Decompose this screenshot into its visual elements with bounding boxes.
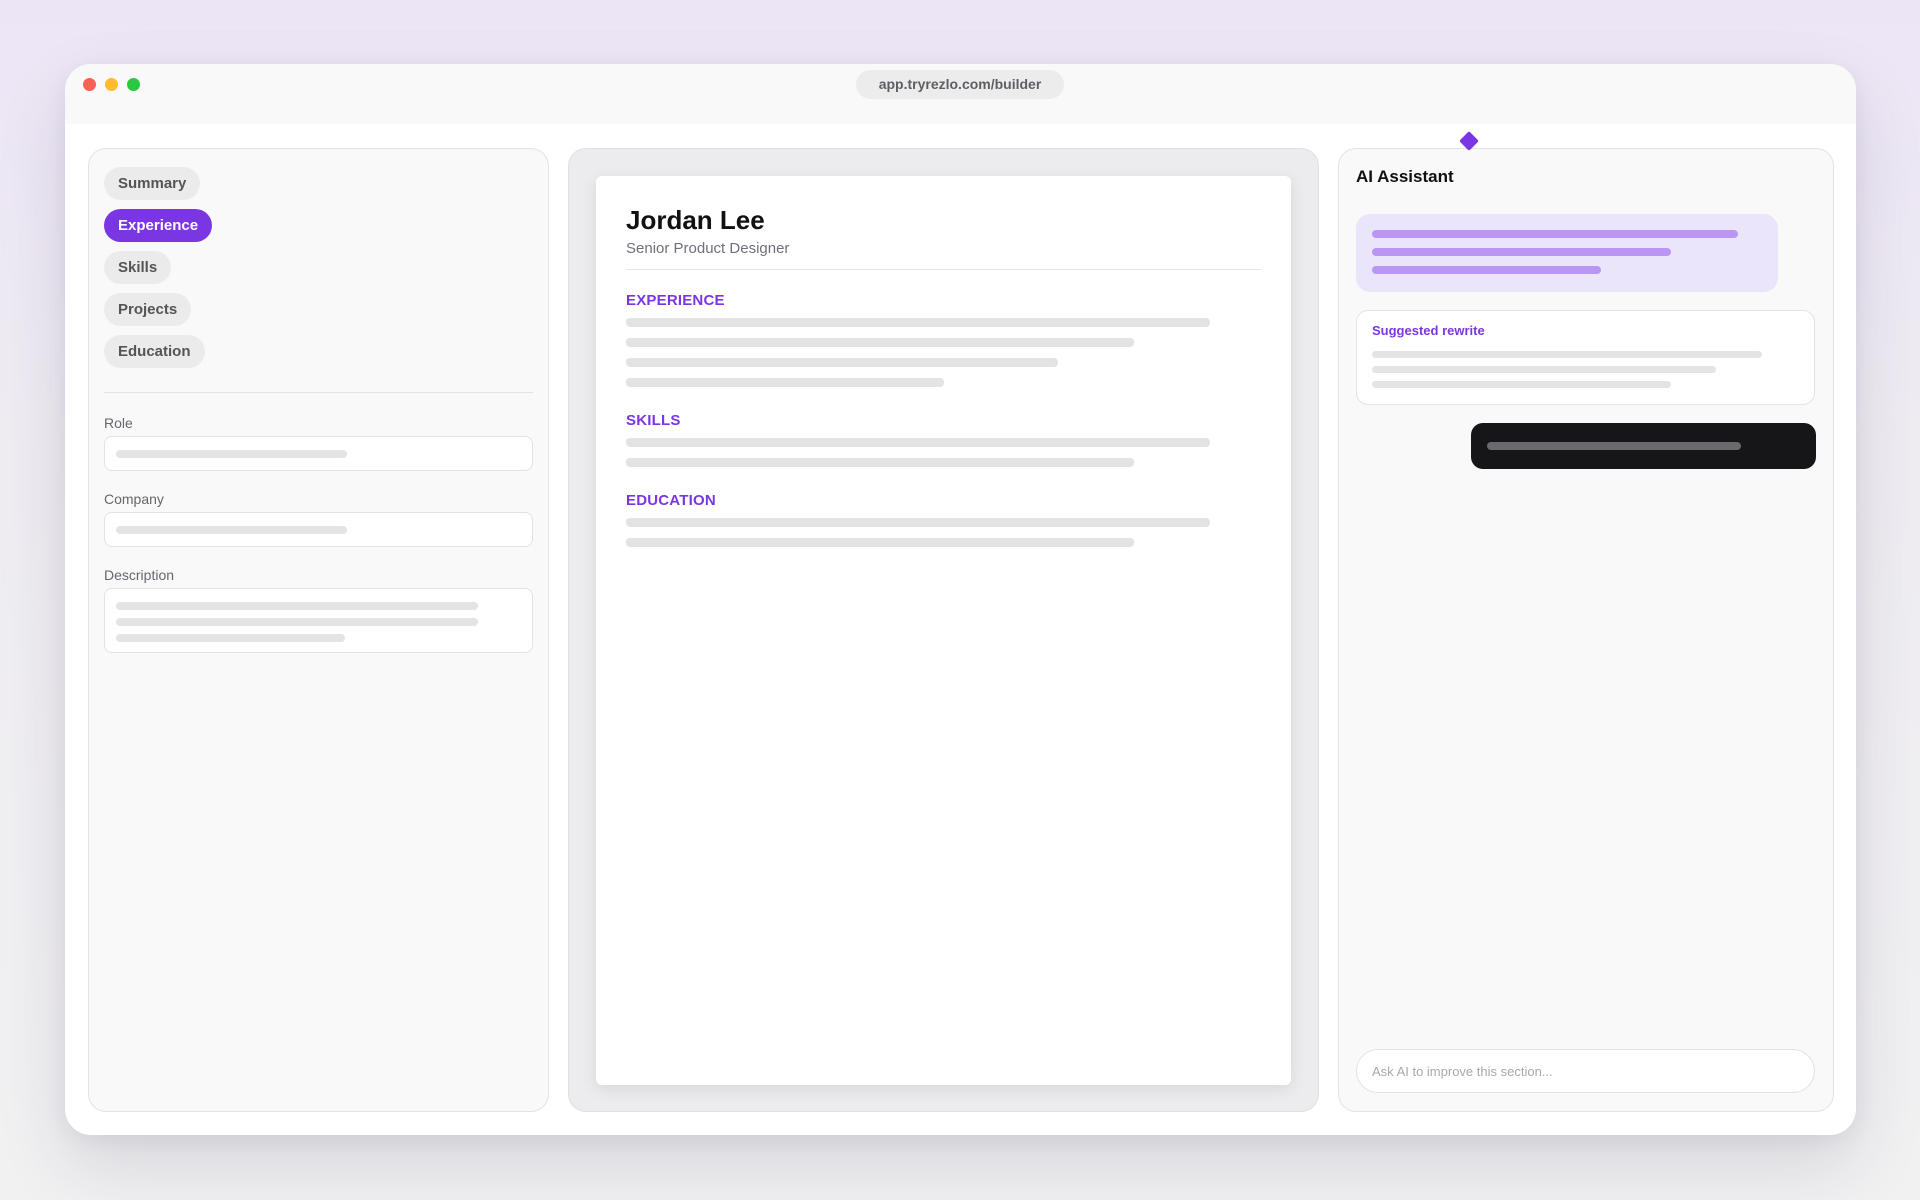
resume-text-line xyxy=(626,378,944,387)
resume-document: Jordan Lee Senior Product Designer EXPER… xyxy=(596,176,1291,1085)
resume-header-divider xyxy=(626,269,1261,270)
ai-assistant-panel: AI Assistant Suggested rewrite xyxy=(1338,148,1834,1112)
description-label: Description xyxy=(104,567,175,583)
resume-section-skills: SKILLS xyxy=(626,412,681,429)
section-tab-summary[interactable]: Summary xyxy=(104,167,201,200)
editor-panel: Summary Experience Skills Projects Educa… xyxy=(88,148,549,1112)
browser-window: app.tryrezlo.com/builder Summary Experie… xyxy=(65,64,1856,1135)
resume-name: Jordan Lee xyxy=(626,205,765,235)
resume-text-line xyxy=(626,338,1134,347)
suggestion-line xyxy=(1372,366,1716,373)
resume-text-line xyxy=(626,358,1058,367)
resume-job-title: Senior Product Designer xyxy=(626,240,790,257)
browser-titlebar: app.tryrezlo.com/builder xyxy=(65,64,1856,124)
ai-message-line xyxy=(1372,230,1738,238)
company-placeholder-line xyxy=(116,526,347,534)
form-divider xyxy=(104,392,533,393)
ai-assistant-title: AI Assistant xyxy=(1356,167,1454,186)
resume-text-line xyxy=(626,458,1134,467)
minimize-window-button[interactable] xyxy=(105,78,118,91)
preview-panel: Jordan Lee Senior Product Designer EXPER… xyxy=(568,148,1319,1112)
resume-text-line xyxy=(626,438,1210,447)
role-label: Role xyxy=(104,415,133,431)
user-message-line xyxy=(1487,442,1741,450)
address-bar[interactable]: app.tryrezlo.com/builder xyxy=(856,70,1064,99)
ai-message-line xyxy=(1372,248,1671,256)
role-placeholder-line xyxy=(116,450,347,458)
resume-section-experience: EXPERIENCE xyxy=(626,292,725,309)
description-field[interactable] xyxy=(104,588,533,653)
suggestion-line xyxy=(1372,381,1671,388)
company-label: Company xyxy=(104,491,164,507)
ai-message-line xyxy=(1372,266,1601,274)
maximize-window-button[interactable] xyxy=(127,78,140,91)
close-window-button[interactable] xyxy=(83,78,96,91)
section-tab-projects[interactable]: Projects xyxy=(104,293,192,326)
resume-text-line xyxy=(626,538,1134,547)
description-placeholder-line xyxy=(116,634,345,642)
resume-text-line xyxy=(626,318,1210,327)
suggestion-line xyxy=(1372,351,1762,358)
section-tab-education[interactable]: Education xyxy=(104,335,205,368)
user-message-bubble xyxy=(1471,423,1816,469)
ai-prompt-input[interactable] xyxy=(1356,1049,1815,1093)
resume-text-line xyxy=(626,518,1210,527)
suggested-rewrite-label: Suggested rewrite xyxy=(1372,323,1485,338)
description-placeholder-line xyxy=(116,602,478,610)
section-tab-skills[interactable]: Skills xyxy=(104,251,172,284)
ai-message-bubble xyxy=(1356,214,1778,292)
resume-section-education: EDUCATION xyxy=(626,492,716,509)
role-field[interactable] xyxy=(104,436,533,471)
suggested-rewrite-card[interactable]: Suggested rewrite xyxy=(1356,310,1815,405)
section-tab-experience[interactable]: Experience xyxy=(104,209,213,242)
description-placeholder-line xyxy=(116,618,478,626)
company-field[interactable] xyxy=(104,512,533,547)
